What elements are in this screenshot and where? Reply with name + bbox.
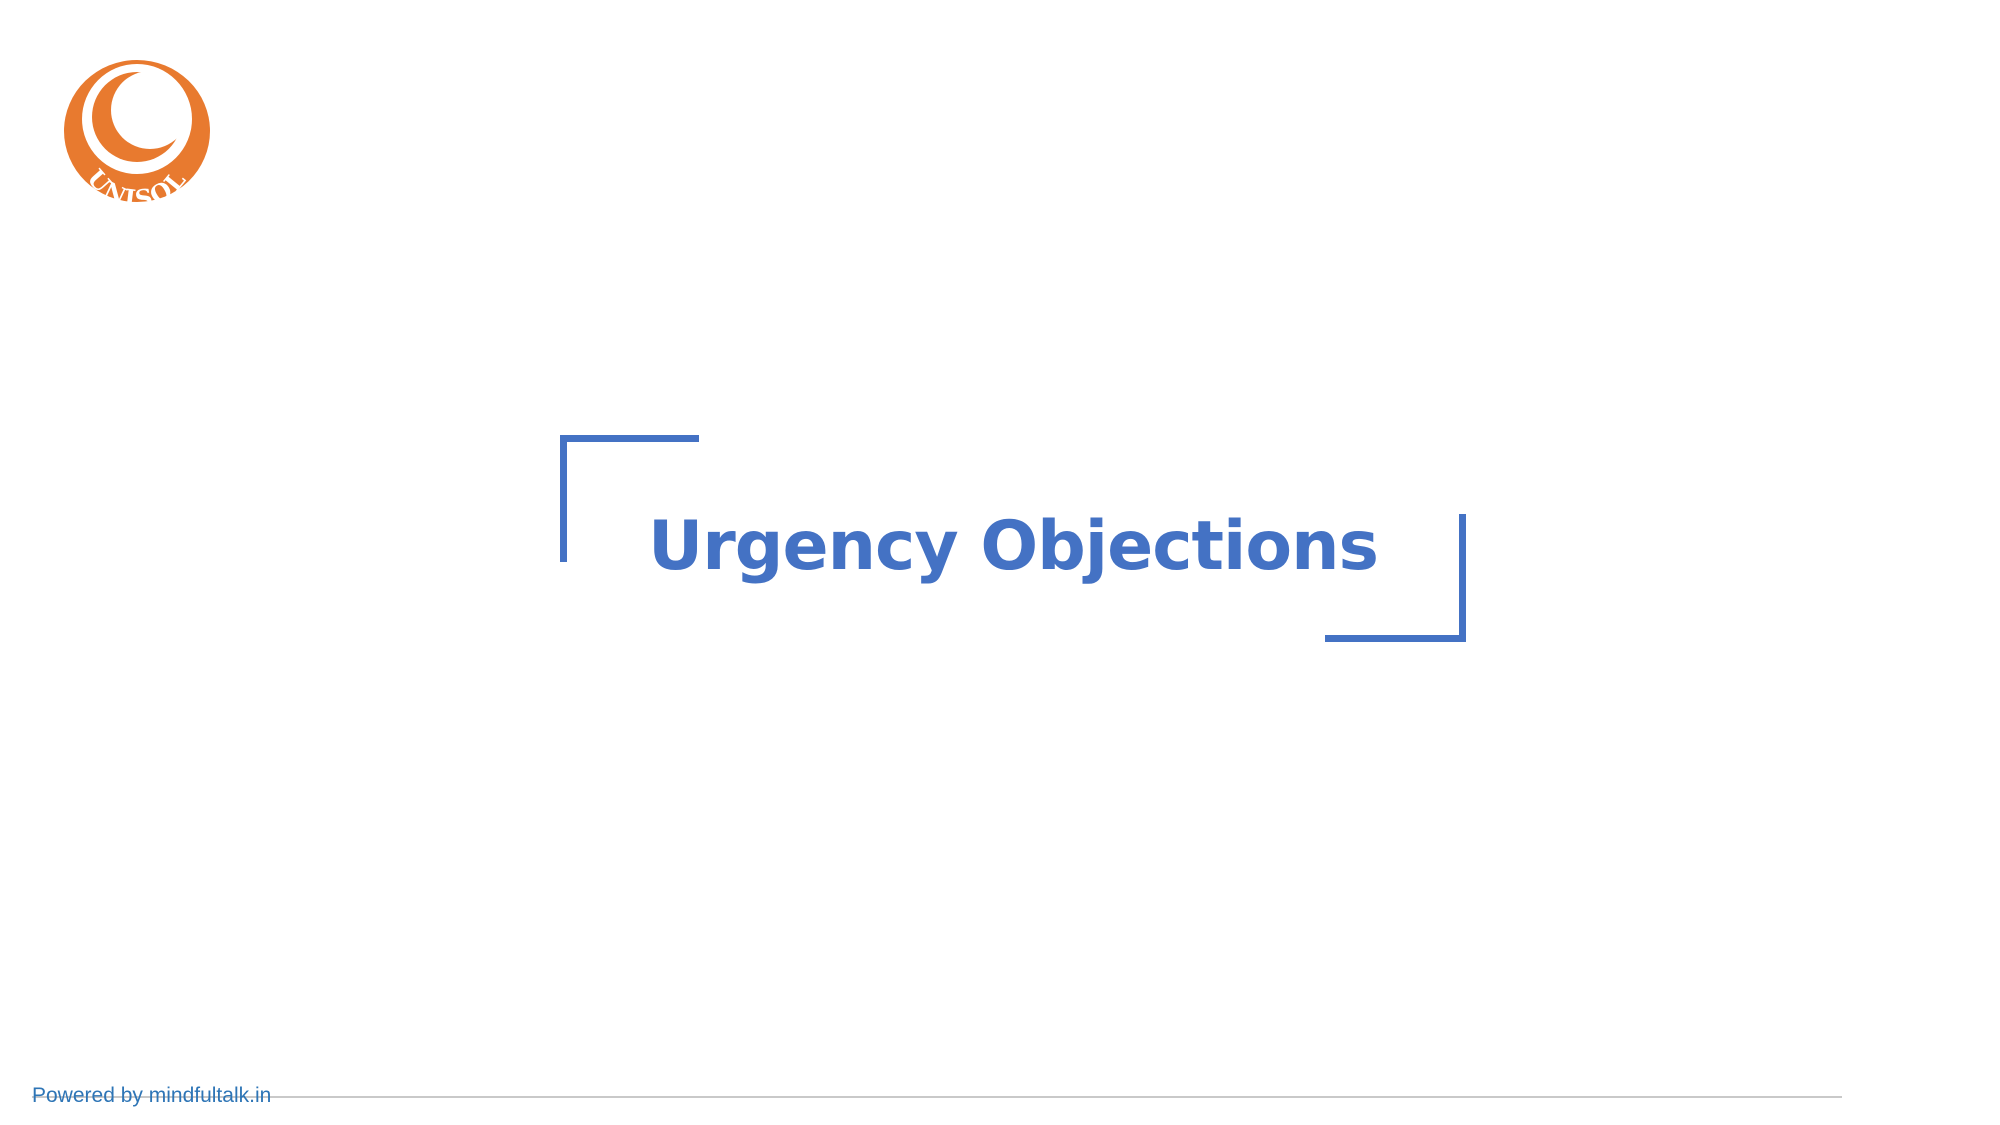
footer-divider bbox=[32, 1096, 1842, 1098]
footer-credit: Powered by mindfultalk.in bbox=[32, 1084, 272, 1107]
unisol-logo: UNISOL bbox=[63, 59, 211, 203]
unisol-logo-icon: UNISOL bbox=[64, 60, 210, 203]
slide-title: Urgency Objections bbox=[648, 507, 1379, 586]
